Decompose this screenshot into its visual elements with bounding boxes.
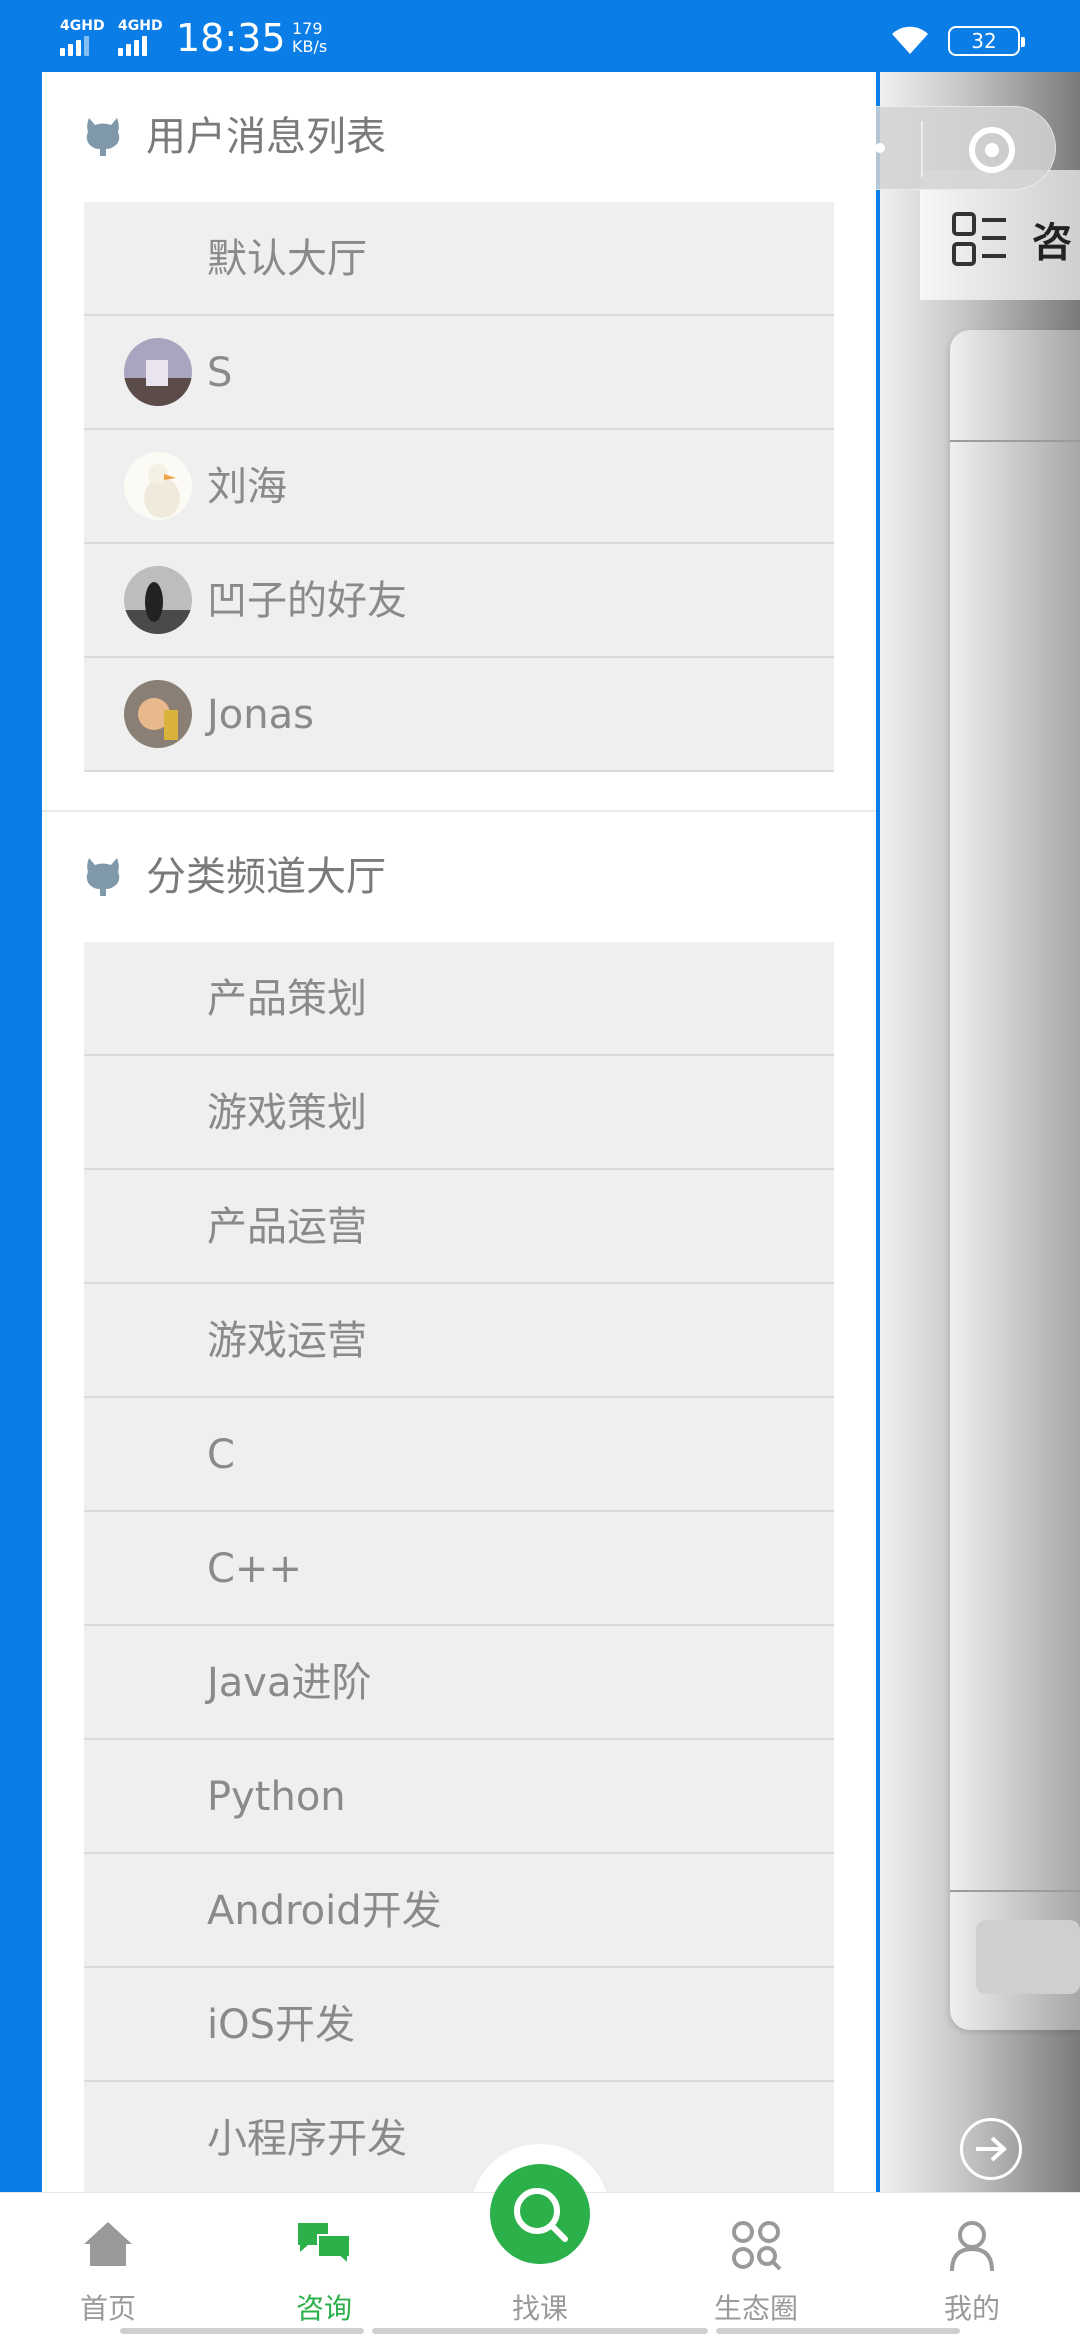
tab-home[interactable]: 首页 xyxy=(0,2193,216,2340)
avatar xyxy=(124,338,192,406)
capsule-divider xyxy=(921,121,923,177)
list-item-label: S xyxy=(207,350,233,396)
list-item-channel[interactable]: 产品运营 xyxy=(84,1170,834,1284)
list-item-channel[interactable]: 小程序开发 xyxy=(84,2082,834,2196)
list-item-channel[interactable]: 产品策划 xyxy=(84,942,834,1056)
list-item-channel[interactable]: Android开发 xyxy=(84,1854,834,1968)
gesture-bar xyxy=(372,2328,708,2334)
list-item-user[interactable]: 凹子的好友 xyxy=(84,544,834,658)
search-icon xyxy=(514,2188,568,2242)
list-item-label: 默认大厅 xyxy=(207,236,367,282)
user-icon xyxy=(950,2221,994,2272)
list-item-label: 产品策划 xyxy=(207,976,367,1022)
channel-section-title: 分类频道大厅 xyxy=(146,854,386,900)
channel-section-header: 分类频道大厅 xyxy=(42,812,876,942)
list-item-label: Jonas xyxy=(207,692,314,738)
home-icon xyxy=(84,2222,132,2266)
battery-indicator: 32 xyxy=(948,26,1025,56)
list-item-label: 小程序开发 xyxy=(207,2116,407,2162)
network-type-label-1: 4GHD xyxy=(60,18,105,34)
network-type-label-2: 4GHD xyxy=(118,18,163,34)
github-cat-icon xyxy=(86,118,120,156)
list-icon xyxy=(952,212,1006,266)
side-drawer: 用户消息列表 默认大厅 S 刘海 凹子的好友 Jonas 分类频道大厅 产品策划… xyxy=(42,72,876,2196)
list-item-user[interactable]: S xyxy=(84,316,834,430)
tab-label: 首页 xyxy=(79,2292,136,2325)
avatar xyxy=(124,680,192,748)
tab-ecosystem[interactable]: 生态圈 xyxy=(648,2193,864,2340)
status-bar: 4GHD 4GHD 18:35 179 KB/s 32 xyxy=(0,0,1080,72)
list-item-user[interactable]: Jonas xyxy=(84,658,834,772)
tab-label: 找课 xyxy=(511,2292,568,2325)
list-item-channel[interactable]: 游戏运营 xyxy=(84,1284,834,1398)
tab-label: 生态圈 xyxy=(713,2292,798,2325)
background-input[interactable] xyxy=(976,1920,1080,1994)
list-item-label: 刘海 xyxy=(207,464,287,510)
channel-list: 产品策划 游戏策划 产品运营 游戏运营 C C++ Java进阶 Python … xyxy=(84,942,834,2196)
list-item-label: C++ xyxy=(207,1546,302,1592)
find-course-button[interactable] xyxy=(490,2164,590,2264)
list-item-user[interactable]: 默认大厅 xyxy=(84,202,834,316)
list-item-channel[interactable]: Python xyxy=(84,1740,834,1854)
cellular-signal-1: 4GHD xyxy=(60,18,105,56)
user-section-header: 用户消息列表 xyxy=(42,72,876,202)
gesture-bar xyxy=(716,2328,960,2334)
list-item-label: C xyxy=(207,1432,235,1478)
network-speed-unit: KB/s xyxy=(292,37,328,56)
avatar xyxy=(124,566,192,634)
list-item-channel[interactable]: C xyxy=(84,1398,834,1512)
network-speed: 179 KB/s xyxy=(292,20,327,56)
list-item-label: 产品运营 xyxy=(207,1204,367,1250)
list-item-channel[interactable]: C++ xyxy=(84,1512,834,1626)
wifi-icon xyxy=(888,24,932,60)
avatar xyxy=(124,452,192,520)
chat-icon xyxy=(298,2223,351,2267)
list-item-label: Python xyxy=(207,1774,346,1820)
cellular-signal-2: 4GHD xyxy=(118,18,163,56)
list-item-label: Java进阶 xyxy=(207,1660,372,1706)
status-time: 18:35 xyxy=(176,16,286,60)
list-item-user[interactable]: 刘海 xyxy=(84,430,834,544)
github-cat-icon xyxy=(86,858,120,896)
user-message-list: 默认大厅 S 刘海 凹子的好友 Jonas xyxy=(84,202,834,772)
list-item-channel[interactable]: 游戏策划 xyxy=(84,1056,834,1170)
tab-label: 咨询 xyxy=(295,2292,352,2325)
list-item-label: 游戏策划 xyxy=(207,1090,367,1136)
list-item-label: iOS开发 xyxy=(207,2002,355,2048)
tab-mine[interactable]: 我的 xyxy=(864,2193,1080,2340)
tab-label: 我的 xyxy=(943,2292,1000,2325)
arrow-right-circle-icon[interactable] xyxy=(960,2118,1022,2180)
user-section-title: 用户消息列表 xyxy=(146,114,386,160)
gesture-bar xyxy=(120,2328,364,2334)
list-item-channel[interactable]: iOS开发 xyxy=(84,1968,834,2082)
network-speed-value: 179 xyxy=(292,19,323,38)
background-card xyxy=(950,330,1080,2030)
battery-level: 32 xyxy=(971,29,997,53)
list-item-label: Android开发 xyxy=(207,1888,442,1934)
list-item-label: 凹子的好友 xyxy=(207,578,407,624)
list-item-label: 游戏运营 xyxy=(207,1318,367,1364)
tab-consult[interactable]: 咨询 xyxy=(216,2193,432,2340)
background-page-title: 咨 xyxy=(1032,220,1072,266)
list-item-channel[interactable]: Java进阶 xyxy=(84,1626,834,1740)
apps-icon xyxy=(732,2221,782,2271)
close-miniprogram-icon[interactable] xyxy=(969,127,1015,173)
